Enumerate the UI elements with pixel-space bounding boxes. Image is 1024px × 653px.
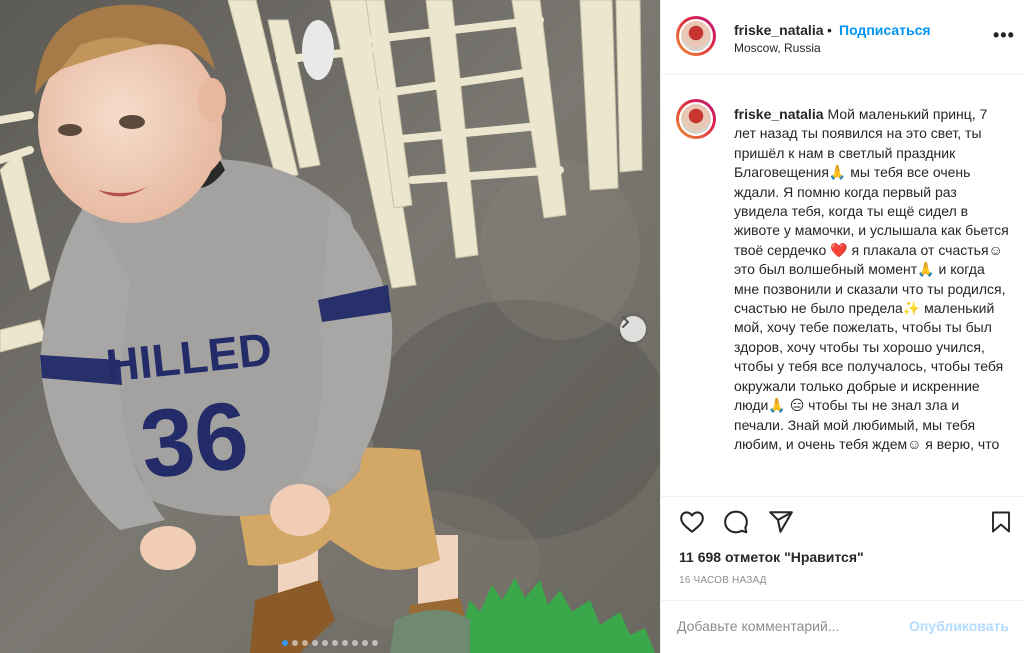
photo-image: HILLED 36	[0, 0, 660, 653]
carousel-dot	[292, 640, 298, 646]
likes-count[interactable]: 11 698 отметок "Нравится"	[679, 549, 864, 565]
post-photo[interactable]: HILLED 36	[0, 0, 660, 653]
smile-emoji: ☺	[988, 241, 1003, 258]
chevron-right-icon	[622, 316, 629, 328]
pray-emoji: 🙏	[917, 261, 935, 278]
header-username[interactable]: friske_natalia	[734, 22, 824, 38]
caption-text: friske_natalia Мой маленький принц, 7 лет…	[734, 105, 1009, 454]
comment-input[interactable]	[677, 615, 907, 637]
follow-button[interactable]: Подписаться	[839, 22, 931, 38]
caption-segment: это был волшебный момент	[734, 261, 918, 278]
action-bar: 11 698 отметок "Нравится" 16 ЧАСОВ НАЗАД	[661, 496, 1024, 600]
carousel-indicator	[0, 640, 660, 646]
share-icon[interactable]	[767, 509, 795, 535]
publish-button[interactable]: Опубликовать	[909, 618, 1009, 634]
expressionless-emoji: 😑	[789, 397, 805, 414]
post-timestamp[interactable]: 16 ЧАСОВ НАЗАД	[679, 575, 767, 586]
post-sidebar: friske_natalia • Подписаться Moscow, Rus…	[660, 0, 1024, 653]
pray-emoji: 🙏	[768, 397, 786, 414]
more-icon[interactable]: •••	[993, 25, 1015, 46]
comment-icon[interactable]	[722, 509, 750, 535]
carousel-dot	[342, 640, 348, 646]
heart-icon[interactable]	[678, 509, 706, 535]
caption-segment: я плакала от счастья	[847, 241, 989, 258]
location-link[interactable]: Moscow, Russia	[734, 41, 821, 55]
jersey-number: 36	[136, 381, 253, 499]
caption-avatar[interactable]	[676, 99, 716, 139]
carousel-dot	[372, 640, 378, 646]
carousel-dot	[332, 640, 338, 646]
smile-emoji: ☺	[907, 435, 922, 452]
comment-bar: Опубликовать	[661, 600, 1024, 653]
carousel-dot	[322, 640, 328, 646]
bookmark-icon[interactable]	[989, 509, 1013, 535]
pray-emoji: 🙏	[828, 164, 847, 181]
carousel-dot	[302, 640, 308, 646]
sparkles-emoji: ✨	[902, 300, 921, 317]
next-photo-button[interactable]	[620, 316, 646, 342]
caption-username[interactable]: friske_natalia	[734, 106, 824, 122]
header-separator: •	[827, 22, 832, 38]
heart-emoji: ❤️	[830, 241, 848, 258]
carousel-dot	[362, 640, 368, 646]
caption-area[interactable]: friske_natalia Мой маленький принц, 7 лет…	[661, 75, 1024, 495]
carousel-dot	[312, 640, 318, 646]
carousel-dot	[352, 640, 358, 646]
caption-segment: я верю, что	[921, 435, 1000, 452]
carousel-dot	[282, 640, 288, 646]
avatar[interactable]	[676, 16, 716, 56]
post-header: friske_natalia • Подписаться Moscow, Rus…	[661, 0, 1024, 75]
